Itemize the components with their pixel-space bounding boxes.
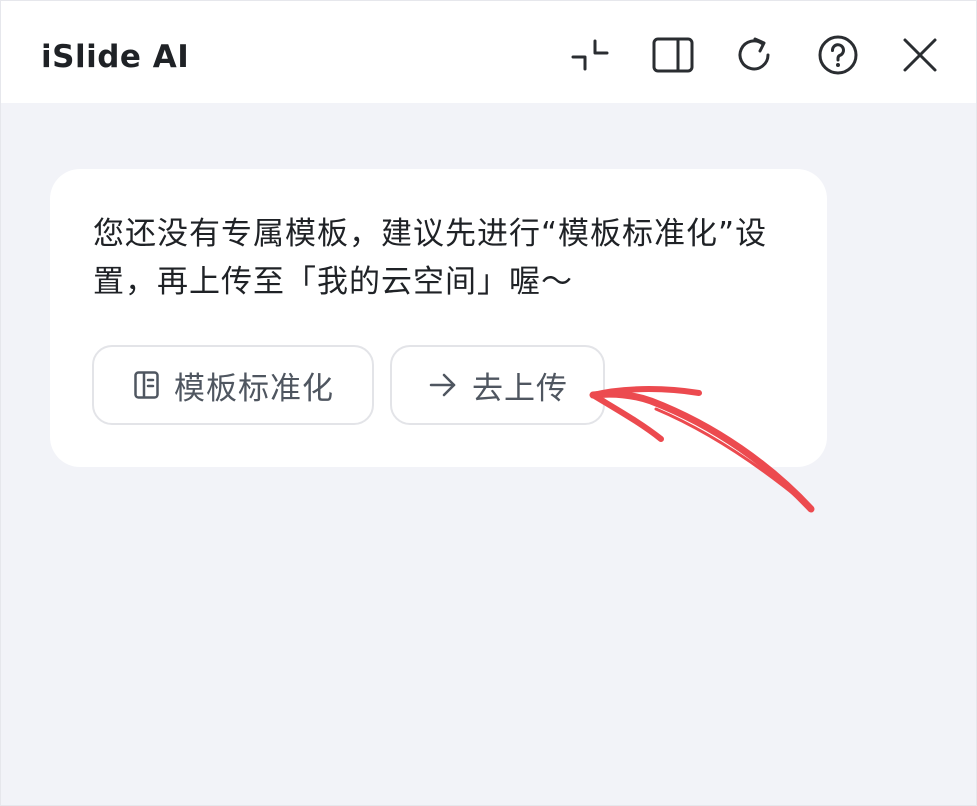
arrow-right-icon: [428, 370, 458, 400]
collapse-icon[interactable]: [568, 33, 612, 77]
go-upload-label: 去上传: [472, 370, 568, 407]
refresh-icon[interactable]: [732, 33, 776, 77]
template-standardize-label: 模板标准化: [174, 370, 334, 407]
split-view-icon[interactable]: [651, 33, 695, 77]
help-icon[interactable]: [816, 33, 860, 77]
template-book-icon: [132, 370, 162, 400]
title-bar: iSlide AI: [1, 1, 976, 103]
islide-ai-panel: iSlide AI 您还没有专属模板，建议先进行“模板标准化”设置，再上传至「我…: [0, 0, 977, 806]
go-upload-button[interactable]: 去上传: [390, 345, 605, 425]
message-text: 您还没有专属模板，建议先进行“模板标准化”设置，再上传至「我的云空间」喔～: [93, 216, 768, 300]
close-icon[interactable]: [898, 33, 942, 77]
template-standardize-button[interactable]: 模板标准化: [92, 345, 374, 425]
app-title: iSlide AI: [41, 39, 190, 75]
